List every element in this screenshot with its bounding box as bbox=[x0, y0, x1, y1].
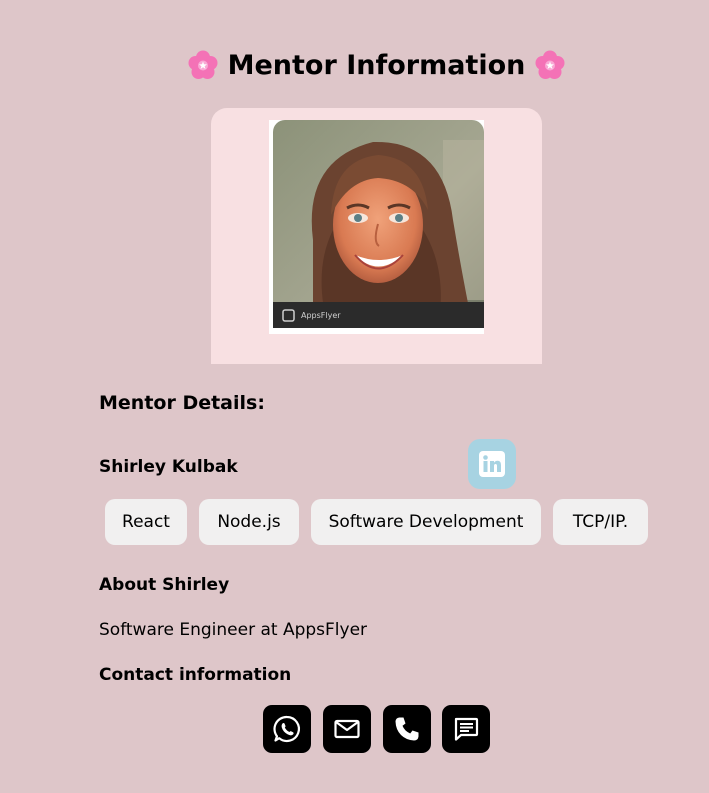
whatsapp-button[interactable] bbox=[263, 705, 311, 753]
page-title-text: Mentor Information bbox=[227, 50, 526, 81]
email-icon bbox=[334, 719, 360, 739]
email-button[interactable] bbox=[323, 705, 371, 753]
whatsapp-icon bbox=[273, 715, 300, 743]
linkedin-button[interactable] bbox=[468, 439, 516, 489]
page-title: Mentor Information bbox=[0, 44, 709, 88]
mentor-photo-frame: AppsFlyer bbox=[269, 120, 484, 334]
mentor-photo: AppsFlyer bbox=[273, 120, 484, 328]
cherry-blossom-icon bbox=[535, 50, 565, 79]
phone-icon bbox=[395, 717, 419, 741]
message-icon bbox=[454, 717, 479, 741]
cherry-blossom-icon bbox=[188, 50, 218, 79]
mentor-details-heading: Mentor Details: bbox=[99, 392, 265, 414]
mentor-portrait-illustration bbox=[273, 120, 484, 328]
message-button[interactable] bbox=[442, 705, 490, 753]
about-text: Software Engineer at AppsFlyer bbox=[99, 620, 368, 640]
phone-button[interactable] bbox=[383, 705, 431, 753]
photo-caption: AppsFlyer bbox=[301, 311, 341, 320]
mentor-photo-card: AppsFlyer bbox=[211, 108, 542, 364]
skill-chip-react: React bbox=[105, 499, 187, 545]
mentor-name: Shirley Kulbak bbox=[99, 457, 238, 477]
about-heading: About Shirley bbox=[99, 575, 230, 595]
skill-chip-nodejs: Node.js bbox=[199, 499, 299, 545]
contact-heading: Contact information bbox=[99, 665, 292, 685]
skill-chip-tcpip: TCP/IP. bbox=[553, 499, 648, 545]
skill-chip-software-development: Software Development bbox=[311, 499, 541, 545]
linkedin-icon bbox=[479, 451, 505, 477]
